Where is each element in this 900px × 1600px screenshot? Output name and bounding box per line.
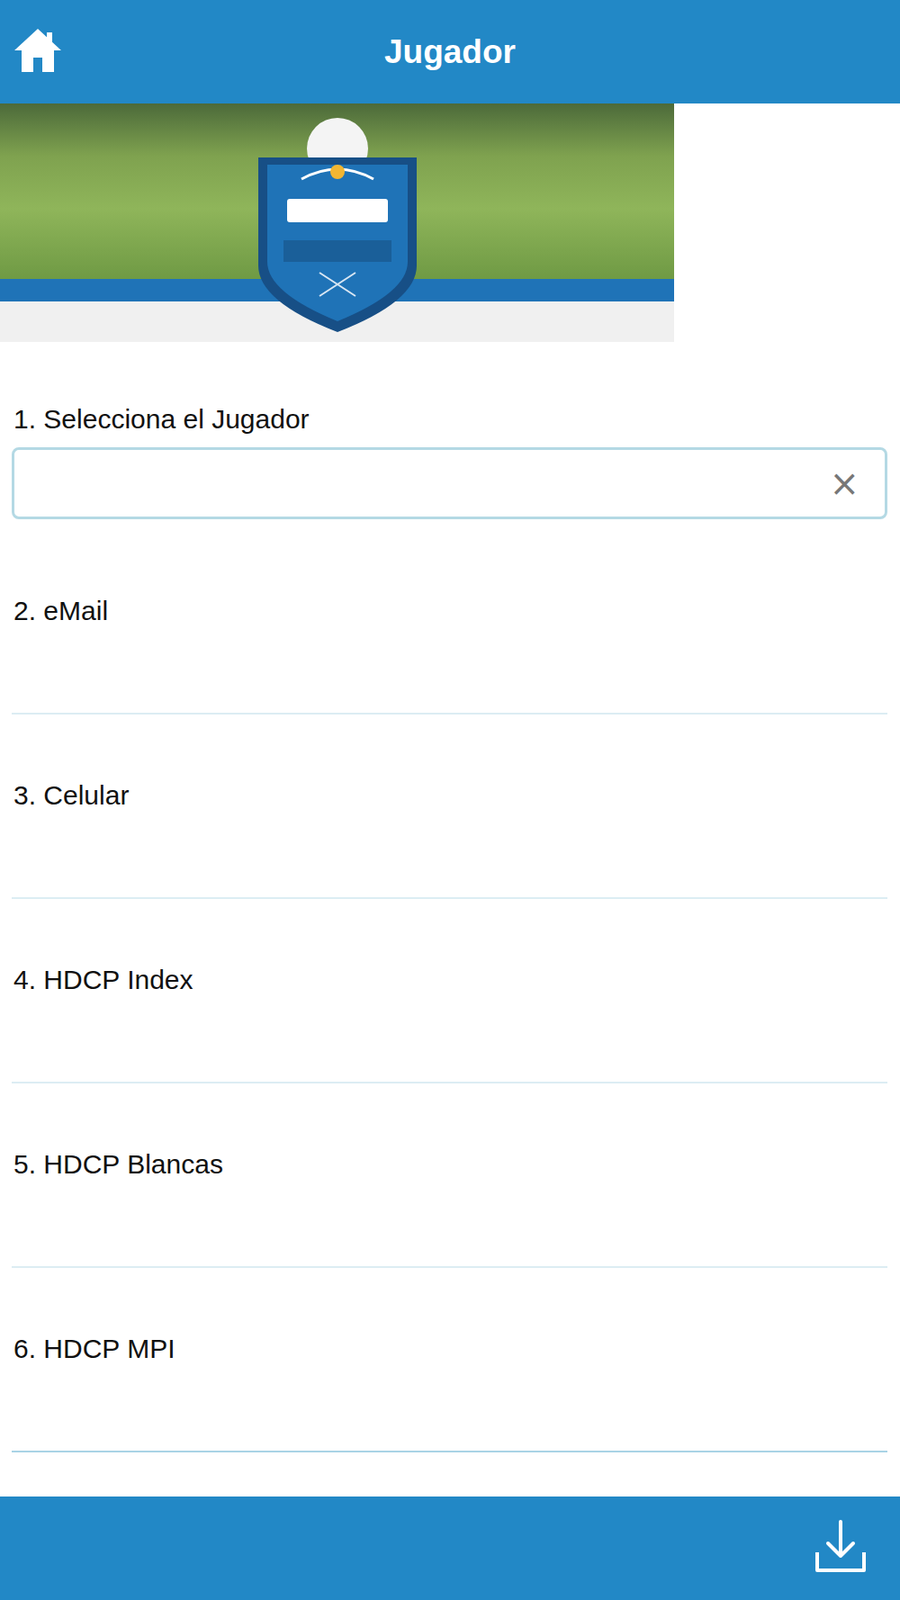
player-screen: Jugador 1. Selecciona el Jugador × 2. eM… <box>0 0 900 1600</box>
field-label: 4. HDCP Index <box>11 963 888 997</box>
player-input[interactable]: × <box>11 447 888 520</box>
field-value[interactable] <box>11 627 888 713</box>
field-label: 6. HDCP MPI <box>11 1332 888 1366</box>
player-field: 1. Selecciona el Jugador × <box>11 342 888 531</box>
home-button[interactable] <box>10 25 65 79</box>
field-label: 1. Selecciona el Jugador <box>11 403 888 436</box>
field-value[interactable] <box>11 811 888 898</box>
club-logo-icon <box>247 112 428 336</box>
field-label: 3. Celular <box>11 779 888 812</box>
clear-button[interactable]: × <box>821 465 867 502</box>
header-title: Jugador <box>384 33 516 72</box>
field-value[interactable] <box>11 1180 888 1267</box>
field-value[interactable] <box>11 996 888 1082</box>
field-label: 2. eMail <box>11 594 888 628</box>
banner-image <box>0 103 675 342</box>
field-label: 5. HDCP Blancas <box>11 1148 888 1181</box>
download-button[interactable] <box>811 1518 870 1579</box>
field-value[interactable] <box>11 1365 888 1451</box>
footer-bar <box>0 1496 900 1600</box>
info-field: 5. HDCP Blancas <box>11 1083 888 1269</box>
header-bar: Jugador <box>0 0 900 104</box>
info-field: 2. eMail <box>11 530 888 715</box>
info-field: 6. HDCP MPI <box>11 1268 888 1453</box>
info-field: 4. HDCP Index <box>11 899 888 1084</box>
download-icon <box>811 1518 870 1576</box>
player-form: 1. Selecciona el Jugador × 2. eMail 3. C… <box>0 342 900 1497</box>
home-icon <box>10 25 65 76</box>
info-field: 3. Celular <box>11 714 888 900</box>
